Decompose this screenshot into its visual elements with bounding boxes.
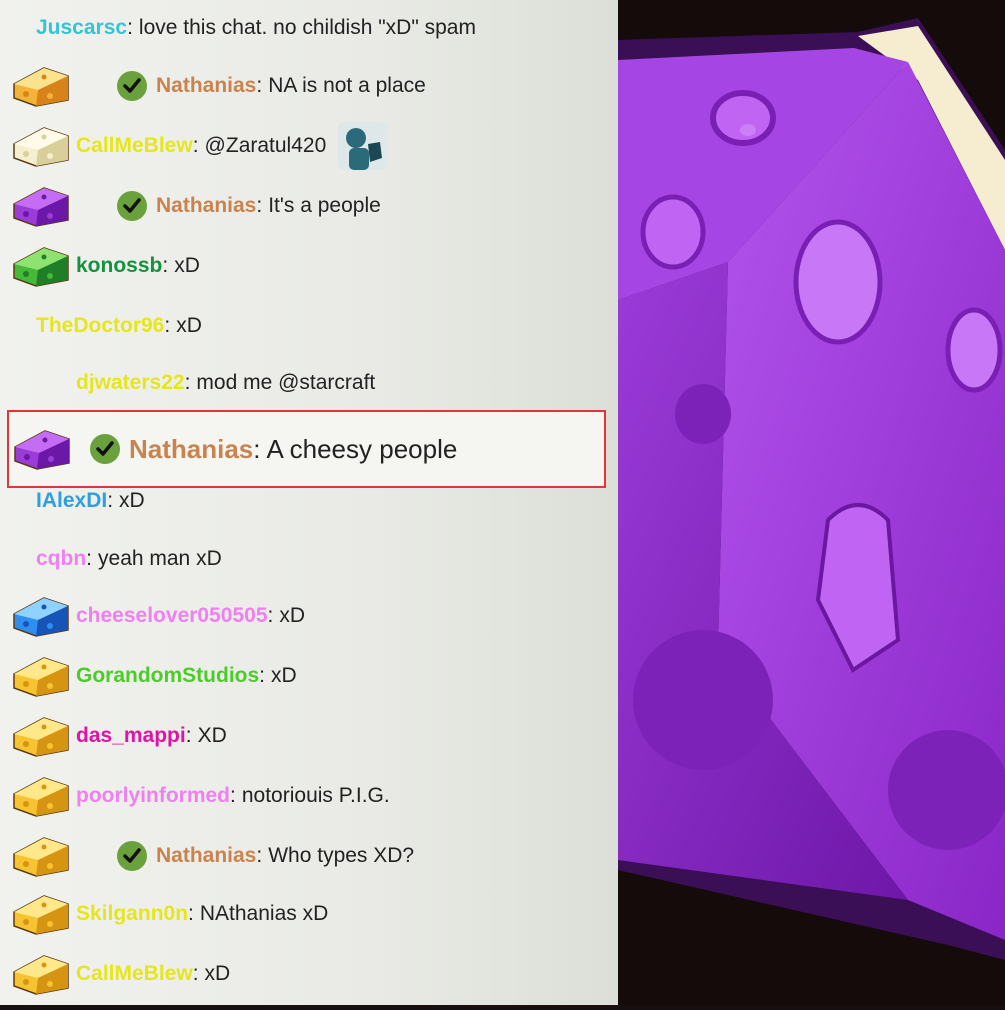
cheese-purple-icon (11, 425, 73, 473)
chat-message: konossb: xD (0, 240, 612, 292)
chat-message: Nathanias: Who types XD? (0, 830, 612, 882)
chat-message-text: xD (119, 489, 145, 512)
chat-username[interactable]: Nathanias (156, 194, 256, 218)
chat-username[interactable]: das_mappi (76, 724, 186, 748)
highlighted-chat-message: Nathanias: A cheesy people (9, 422, 618, 476)
cheese-yellow-icon (10, 652, 72, 700)
chat-message-text: xD (271, 664, 297, 687)
verified-check-icon (116, 70, 148, 102)
cheese-orange-icon (10, 62, 72, 110)
chat-message-text: A cheesy people (266, 433, 458, 464)
cheese-yellow-icon (10, 832, 72, 880)
chat-separator: : (86, 547, 93, 570)
chat-username[interactable]: Skilgann0n (76, 902, 188, 926)
chat-separator: : (127, 16, 133, 39)
chat-message-text: xD (176, 314, 202, 337)
chat-username[interactable]: konossb (76, 254, 162, 278)
chat-username[interactable]: cqbn (36, 547, 86, 571)
verified-check-icon (116, 840, 148, 872)
cheese-yellow-icon (10, 950, 72, 998)
chat-message: Skilgann0n: NAthanias xD (0, 888, 612, 940)
chat-username[interactable]: djwaters22 (76, 371, 185, 395)
chat-panel: Juscarsc: love this chat. no childish "xD… (0, 0, 618, 1005)
cheese-green-icon (10, 242, 72, 290)
cheese-white-icon (10, 122, 72, 170)
verified-check-icon (89, 433, 121, 465)
chat-username[interactable]: Nathanias (156, 844, 256, 868)
chat-message: cqbn: yeah man xD (0, 533, 612, 585)
chat-separator: : (164, 314, 171, 337)
chat-username[interactable]: Juscarsc (36, 16, 127, 40)
chat-separator: : (256, 74, 263, 97)
cheese-yellow-icon (10, 890, 72, 938)
chat-message: djwaters22: mod me @starcraft (0, 357, 612, 409)
chat-separator: : (267, 604, 274, 627)
cheese-yellow-icon (10, 712, 72, 760)
chat-separator: : (192, 134, 199, 157)
chat-message-text: XD (197, 724, 227, 747)
purple-cheese-art (618, 0, 1005, 1005)
chat-separator: : (253, 433, 261, 464)
verified-check-icon (116, 190, 148, 222)
chat-separator: : (259, 664, 266, 687)
chat-username[interactable]: CallMeBlew (76, 962, 193, 986)
chat-username[interactable]: poorlyinformed (76, 784, 230, 808)
chat-message: cheeselover050505: xD (0, 590, 612, 642)
chat-username[interactable]: TheDoctor96 (36, 314, 164, 338)
cheese-yellow-icon (10, 772, 72, 820)
hand-emote-icon (334, 118, 392, 174)
highlight-box: Nathanias: A cheesy people (7, 410, 606, 488)
purple-cheese-wedge-icon (618, 18, 1005, 960)
chat-message: Juscarsc: love this chat. no childish "xD… (0, 2, 612, 54)
chat-username[interactable]: IAlexDI (36, 489, 107, 513)
chat-message: GorandomStudios: xD (0, 650, 612, 702)
chat-separator: : (230, 784, 236, 807)
chat-message: poorlyinformed: notoriouis P.I.G. (0, 770, 612, 822)
chat-message-text: yeah man xD (98, 547, 222, 570)
chat-message-text: Who types XD? (268, 844, 415, 867)
chat-message: das_mappi: XD (0, 710, 612, 762)
chat-username[interactable]: CallMeBlew (76, 134, 193, 158)
chat-message-text: xD (174, 254, 200, 277)
chat-separator: : (192, 962, 199, 985)
cheese-purple-icon (10, 182, 72, 230)
chat-message-text: love this chat. no childish "xD" spam (138, 16, 476, 39)
chat-message: TheDoctor96: xD (0, 300, 612, 352)
chat-separator: : (107, 489, 114, 512)
chat-message-text: NA is not a place (268, 74, 426, 97)
chat-message: Nathanias: NA is not a place (0, 60, 612, 112)
chat-username[interactable]: cheeselover050505 (76, 604, 268, 628)
chat-username[interactable]: Nathanias (156, 74, 256, 98)
chat-separator: : (256, 844, 263, 867)
chat-message-text: xD (204, 962, 231, 985)
chat-message: CallMeBlew: xD (0, 948, 612, 1000)
chat-username[interactable]: GorandomStudios (76, 664, 259, 688)
chat-message-text: notoriouis P.I.G. (241, 784, 390, 807)
chat-message-text: @Zaratul420 (204, 134, 327, 157)
chat-message-text: NAthanias xD (199, 902, 329, 925)
chat-message: CallMeBlew: @Zaratul420 (0, 120, 612, 172)
chat-separator: : (184, 371, 191, 394)
chat-message: Nathanias: It's a people (0, 180, 612, 232)
chat-message-text: It's a people (268, 194, 381, 217)
chat-message-text: mod me @starcraft (196, 371, 376, 394)
chat-separator: : (162, 254, 169, 277)
chat-separator: : (188, 902, 194, 925)
chat-separator: : (185, 724, 192, 747)
chat-separator: : (256, 194, 263, 217)
chat-message-text: xD (279, 604, 306, 627)
chat-username[interactable]: Nathanias (129, 434, 253, 465)
cheese-blue-icon (10, 592, 72, 640)
